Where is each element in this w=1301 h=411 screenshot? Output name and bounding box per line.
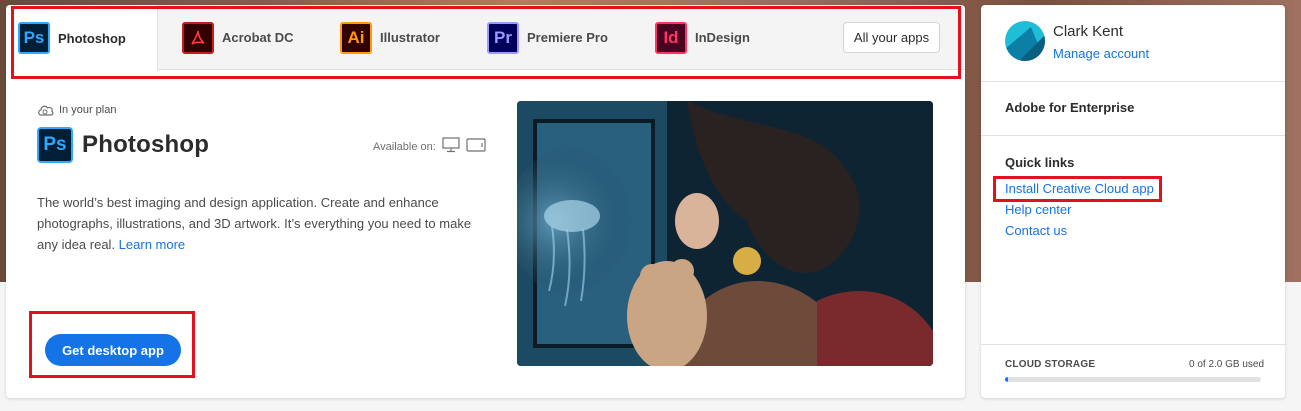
desktop-icon bbox=[442, 137, 460, 156]
tab-label: Premiere Pro bbox=[527, 30, 608, 45]
storage-used-text: 0 of 2.0 GB used bbox=[1189, 359, 1265, 370]
premiere-icon: Pr bbox=[487, 21, 519, 54]
illustrator-icon: Ai bbox=[340, 21, 372, 54]
tab-label: InDesign bbox=[695, 30, 750, 45]
app-card: Ps Photoshop Acrobat DC Ai Illustrator P… bbox=[6, 5, 965, 398]
storage-progress-bar bbox=[1005, 377, 1261, 382]
indesign-icon: Id bbox=[655, 21, 687, 54]
tab-label: Illustrator bbox=[380, 30, 440, 45]
plan-indicator: In your plan bbox=[37, 104, 116, 116]
quick-links-heading: Quick links bbox=[1005, 155, 1075, 170]
product-description: The world’s best imaging and design appl… bbox=[37, 192, 477, 255]
all-your-apps-button[interactable]: All your apps bbox=[843, 22, 940, 53]
product-header: Ps Photoshop bbox=[37, 127, 209, 163]
tab-photoshop[interactable]: Ps Photoshop bbox=[6, 5, 158, 71]
tab-premiere-pro[interactable]: Pr Premiere Pro bbox=[475, 5, 620, 70]
photoshop-icon: Ps bbox=[18, 22, 50, 54]
get-desktop-app-button[interactable]: Get desktop app bbox=[45, 334, 181, 366]
available-on-label: Available on: bbox=[373, 140, 436, 153]
tab-indesign[interactable]: Id InDesign bbox=[643, 5, 762, 70]
hero-image bbox=[517, 101, 933, 366]
creative-cloud-icon bbox=[37, 104, 54, 116]
product-title: Photoshop bbox=[82, 131, 210, 158]
learn-more-link[interactable]: Learn more bbox=[119, 237, 185, 252]
tab-illustrator[interactable]: Ai Illustrator bbox=[328, 5, 452, 70]
enterprise-label[interactable]: Adobe for Enterprise bbox=[1005, 100, 1134, 115]
divider bbox=[981, 344, 1285, 345]
help-center-link[interactable]: Help center bbox=[1005, 202, 1071, 217]
tab-label: Photoshop bbox=[58, 30, 126, 46]
tab-acrobat-dc[interactable]: Acrobat DC bbox=[170, 5, 306, 70]
avatar[interactable] bbox=[1005, 21, 1045, 61]
storage-progress-fill bbox=[1005, 377, 1008, 382]
install-creative-cloud-link[interactable]: Install Creative Cloud app bbox=[1005, 181, 1154, 196]
plan-label: In your plan bbox=[59, 104, 117, 116]
photoshop-icon: Ps bbox=[37, 127, 73, 163]
user-name: Clark Kent bbox=[1053, 23, 1124, 40]
tab-label: Acrobat DC bbox=[222, 30, 294, 45]
app-tabbar: Ps Photoshop Acrobat DC Ai Illustrator P… bbox=[6, 5, 965, 71]
account-panel: Clark Kent Manage account Adobe for Ente… bbox=[981, 5, 1285, 398]
contact-us-link[interactable]: Contact us bbox=[1005, 223, 1067, 238]
description-text: The world’s best imaging and design appl… bbox=[37, 195, 472, 252]
tablet-icon bbox=[466, 138, 486, 155]
cloud-storage-label: CLOUD STORAGE bbox=[1005, 359, 1096, 370]
available-on: Available on: bbox=[373, 137, 486, 156]
divider bbox=[981, 135, 1285, 136]
divider bbox=[981, 81, 1285, 82]
manage-account-link[interactable]: Manage account bbox=[1053, 46, 1149, 61]
acrobat-icon bbox=[182, 21, 214, 54]
